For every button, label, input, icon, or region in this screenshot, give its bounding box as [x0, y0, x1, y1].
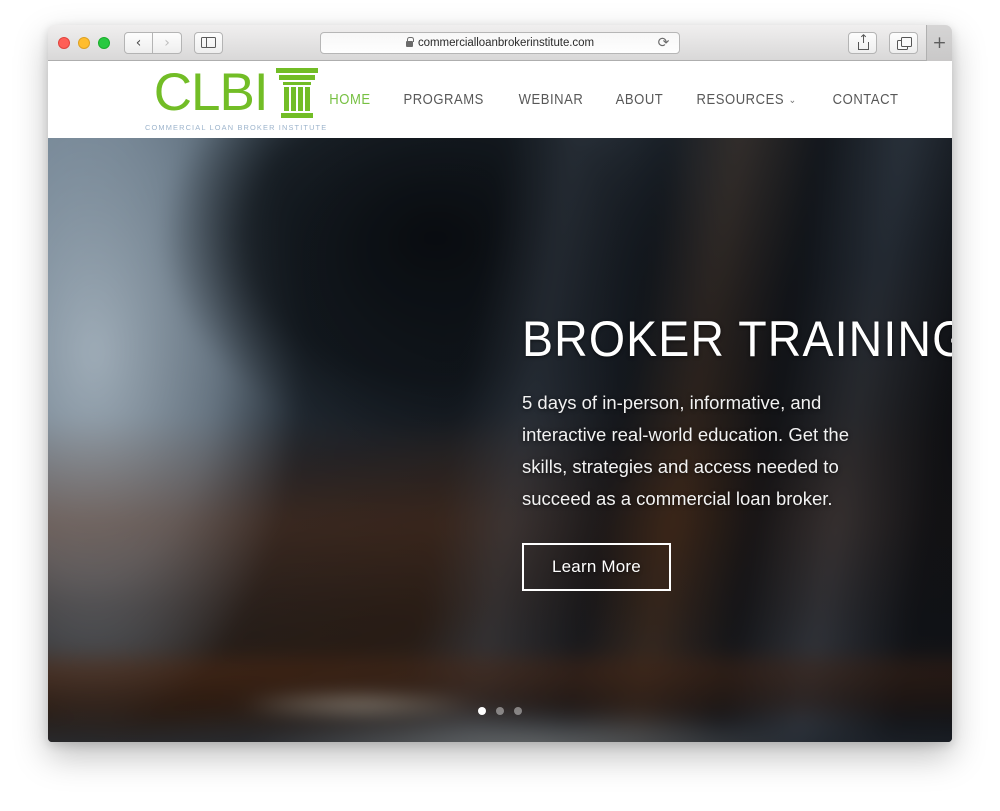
sidebar-toggle-group [194, 31, 223, 54]
minimize-window-button[interactable] [78, 36, 90, 49]
new-tab-button[interactable]: + [926, 25, 952, 61]
slider-pagination [48, 707, 952, 715]
tabs-overview-button[interactable] [889, 32, 918, 54]
tabs-group [889, 32, 918, 54]
logo-wordmark: CLBI [153, 62, 269, 122]
site-header: CLBI COMMERCIAL LOAN BROKER INSTITUTE HO… [48, 61, 952, 138]
browser-window: ‹ › commercialloanbrokerinstitute.com ⟳ [48, 25, 952, 742]
toolbar-right-group: + [834, 25, 952, 61]
hero-subtitle: 5 days of in-person, informative, and in… [522, 392, 850, 509]
address-bar[interactable]: commercialloanbrokerinstitute.com ⟳ [320, 31, 680, 54]
slider-dot-1[interactable] [478, 707, 486, 715]
logo-tagline: COMMERCIAL LOAN BROKER INSTITUTE [145, 123, 328, 132]
hero-slider: BROKER TRAINING 5 days of in-person, inf… [48, 138, 952, 742]
nav-label: WEBINAR [518, 91, 583, 108]
share-icon [857, 33, 869, 50]
column-icon [275, 68, 318, 118]
nav-item-contact[interactable]: CONTACT [832, 92, 898, 108]
nav-item-programs[interactable]: PROGRAMS [404, 92, 484, 108]
tabs-overview-icon [897, 37, 912, 50]
url-text: commercialloanbrokerinstitute.com [417, 36, 595, 49]
chevron-right-icon: › [164, 34, 170, 51]
slider-dot-3[interactable] [514, 707, 522, 715]
chevron-down-icon: ⌄ [789, 95, 798, 106]
share-button[interactable] [848, 32, 877, 54]
reload-icon[interactable]: ⟳ [656, 35, 671, 51]
web-page: CLBI COMMERCIAL LOAN BROKER INSTITUTE HO… [48, 61, 952, 742]
nav-label: ABOUT [615, 91, 663, 108]
lock-icon [405, 36, 414, 47]
hero-content: BROKER TRAINING 5 days of in-person, inf… [522, 311, 952, 591]
nav-item-home[interactable]: HOME [330, 92, 371, 108]
chevron-left-icon: ‹ [135, 34, 142, 51]
logo-mark: CLBI [153, 62, 319, 122]
site-logo[interactable]: CLBI COMMERCIAL LOAN BROKER INSTITUTE [145, 62, 328, 132]
forward-button[interactable]: › [153, 31, 182, 54]
browser-toolbar: ‹ › commercialloanbrokerinstitute.com ⟳ [48, 25, 952, 61]
nav-label: HOME [329, 91, 371, 108]
nav-item-about[interactable]: ABOUT [615, 92, 663, 108]
window-controls [58, 36, 110, 49]
learn-more-button[interactable]: Learn More [522, 543, 671, 591]
hero-title: BROKER TRAINING [522, 311, 952, 367]
main-navigation: HOME PROGRAMS WEBINAR ABOUT RESOURCES ⌄ … [327, 92, 902, 108]
share-group [848, 32, 877, 54]
maximize-window-button[interactable] [98, 36, 110, 49]
close-window-button[interactable] [58, 36, 70, 49]
navigation-buttons: ‹ › [124, 31, 182, 54]
nav-label: CONTACT [832, 91, 899, 108]
nav-label: PROGRAMS [403, 91, 485, 108]
sidebar-icon [201, 36, 216, 49]
slider-dot-2[interactable] [496, 707, 504, 715]
nav-item-resources[interactable]: RESOURCES ⌄ [697, 92, 797, 108]
nav-item-webinar[interactable]: WEBINAR [518, 92, 583, 108]
sidebar-toggle-button[interactable] [194, 31, 223, 54]
back-button[interactable]: ‹ [124, 31, 153, 54]
nav-label: RESOURCES [697, 91, 785, 108]
